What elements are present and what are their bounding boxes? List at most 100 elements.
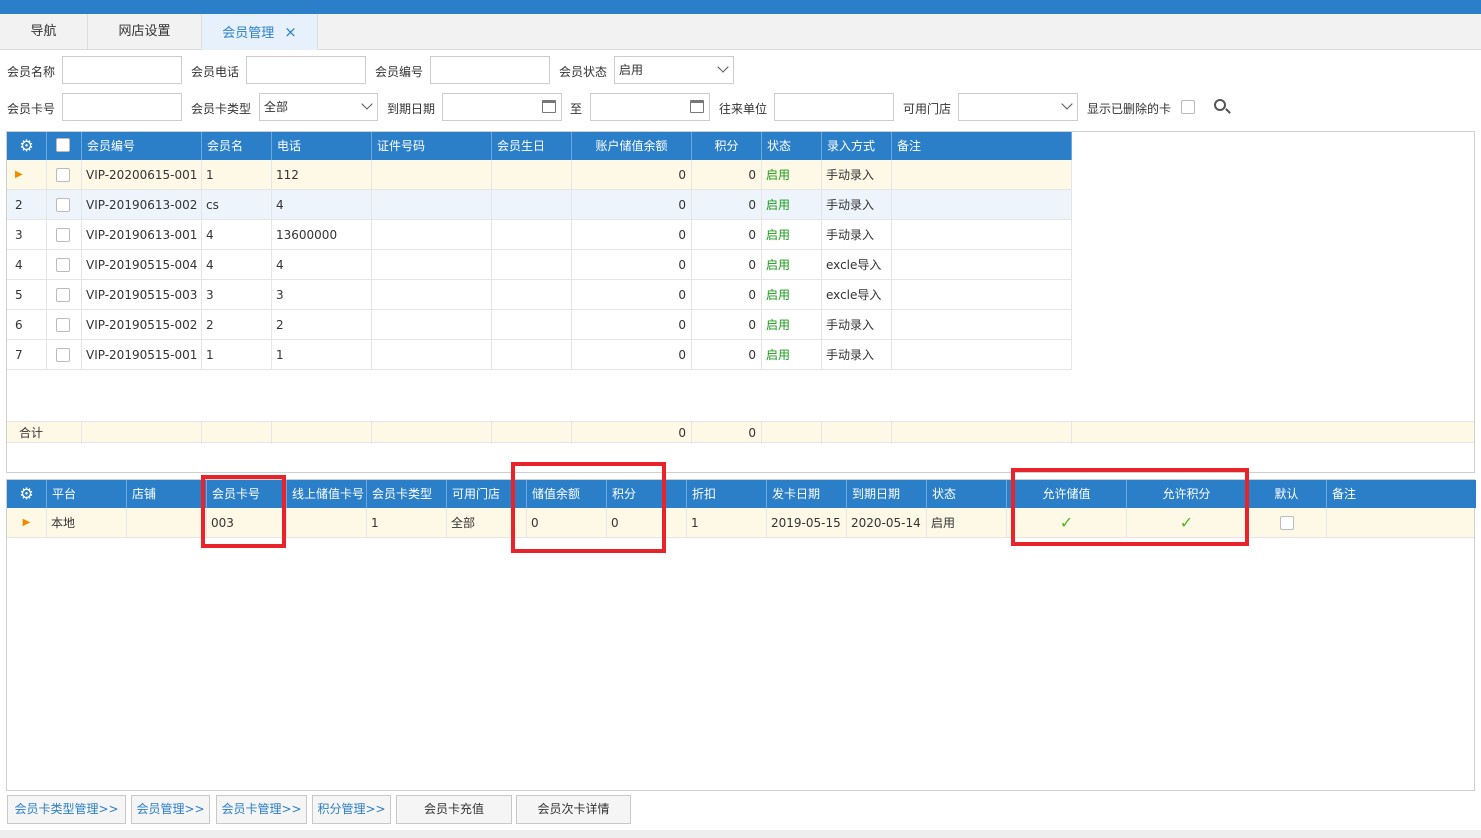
col-online-card-no[interactable]: 线上储值卡号 [287,480,367,508]
show-deleted-checkbox[interactable] [1181,100,1195,114]
col-card-remark[interactable]: 备注 [1327,480,1476,508]
row-checkbox[interactable] [56,318,70,332]
expire-date-to-input[interactable] [590,93,710,121]
tab-label: 会员管理 [222,26,275,41]
col-platform[interactable]: 平台 [47,480,127,508]
row-checkbox[interactable] [56,228,70,242]
table-row[interactable]: ▶ VIP-20200615-001 1 112 0 0 启用 手动录入 [7,160,1072,190]
member-management-button[interactable]: 会员管理>> [131,795,210,824]
member-name-input[interactable] [62,56,182,84]
total-cell [892,422,1072,444]
tab-member-management[interactable]: 会员管理 × [202,14,318,50]
chevron-down-icon [361,98,373,110]
total-row: 合计 0 0 [7,421,1474,444]
col-expire-date[interactable]: 到期日期 [847,480,927,508]
table-row[interactable]: 4 VIP-20190515-004 4 4 0 0 启用 excle导入 [7,250,1072,280]
total-cell [822,422,892,444]
row-index: 3 [7,220,47,250]
col-points[interactable]: 积分 [692,132,762,160]
col-member-code[interactable]: 会员编号 [82,132,202,160]
cell-entry: 手动录入 [822,310,892,340]
times-card-detail-button[interactable]: 会员次卡详情 [516,795,631,824]
highlight-balance-points [511,462,666,553]
card-online-number [287,508,367,538]
cell-points: 0 [692,250,762,280]
cell-name: 2 [202,310,272,340]
card-recharge-button[interactable]: 会员卡充值 [396,795,512,824]
partner-input[interactable] [774,93,894,121]
row-checkbox[interactable] [56,168,70,182]
cell-birthday [492,160,572,190]
cell-birthday [492,190,572,220]
col-entry-method[interactable]: 录入方式 [822,132,892,160]
row-index: 5 [7,280,47,310]
col-issue-date[interactable]: 发卡日期 [767,480,847,508]
row-checkbox[interactable] [56,288,70,302]
grid-settings-icon[interactable]: ⚙ [7,132,47,160]
member-status-select[interactable]: 启用 [614,56,734,84]
col-shop[interactable]: 店铺 [127,480,207,508]
calendar-icon[interactable] [542,100,556,113]
cell-balance: 0 [572,220,692,250]
card-no-input[interactable] [62,93,182,121]
col-balance[interactable]: 账户储值余额 [572,132,692,160]
cell-name: 1 [202,160,272,190]
table-row[interactable]: 2 VIP-20190613-002 cs 4 0 0 启用 手动录入 [7,190,1072,220]
expire-date-from-input[interactable] [442,93,562,121]
row-checkbox[interactable] [56,258,70,272]
table-row[interactable]: 5 VIP-20190515-003 3 3 0 0 启用 excle导入 [7,280,1072,310]
member-phone-label: 会员电话 [191,65,240,79]
card-management-button[interactable]: 会员卡管理>> [216,795,307,824]
row-checkbox[interactable] [56,198,70,212]
row-checkbox[interactable] [56,348,70,362]
cell-remark [892,310,1072,340]
cell-birthday [492,250,572,280]
highlight-allow-options [1011,468,1249,546]
col-id-number[interactable]: 证件号码 [372,132,492,160]
cell-balance: 0 [572,160,692,190]
col-status[interactable]: 状态 [762,132,822,160]
row-select-cell [47,310,82,340]
select-all-checkbox[interactable] [56,138,70,152]
expire-date-label: 到期日期 [387,102,436,116]
cell-points: 0 [692,310,762,340]
table-row[interactable]: 7 VIP-20190515-001 1 1 0 0 启用 手动录入 [7,340,1072,370]
search-icon[interactable] [1214,99,1226,111]
col-card-status[interactable]: 状态 [927,480,1007,508]
col-member-name[interactable]: 会员名 [202,132,272,160]
tab-label: 导航 [30,24,57,39]
card-type-select[interactable]: 全部 [259,93,378,121]
member-code-input[interactable] [430,56,550,84]
card-shop [127,508,207,538]
total-cell [492,422,572,444]
tab-navigation[interactable]: 导航 [0,14,88,50]
col-remark[interactable]: 备注 [892,132,1072,160]
col-birthday[interactable]: 会员生日 [492,132,572,160]
cell-points: 0 [692,190,762,220]
col-default[interactable]: 默认 [1247,480,1327,508]
member-grid: ⚙ 会员编号 会员名 电话 证件号码 会员生日 账户储值余额 积分 状态 录入方… [6,131,1475,473]
default-checkbox[interactable] [1280,516,1294,530]
store-label: 可用门店 [903,102,952,116]
cell-remark [892,190,1072,220]
total-points: 0 [692,422,762,444]
store-select[interactable] [958,93,1078,121]
table-row[interactable]: 3 VIP-20190613-001 4 13600000 0 0 启用 手动录入 [7,220,1072,250]
row-select-cell [47,160,82,190]
member-status-value: 启用 [619,63,644,77]
cell-remark [892,160,1072,190]
cell-points: 0 [692,160,762,190]
grid-settings-icon[interactable]: ⚙ [7,480,47,508]
member-phone-input[interactable] [246,56,366,84]
col-phone[interactable]: 电话 [272,132,372,160]
card-type-management-button[interactable]: 会员卡类型管理>> [7,795,126,824]
points-management-button[interactable]: 积分管理>> [312,795,391,824]
calendar-icon[interactable] [690,100,704,113]
table-row[interactable]: 6 VIP-20190515-002 2 2 0 0 启用 手动录入 [7,310,1072,340]
close-icon[interactable]: × [284,23,297,41]
total-cell [202,422,272,444]
col-discount[interactable]: 折扣 [687,480,767,508]
col-card-type[interactable]: 会员卡类型 [367,480,447,508]
tab-store-settings[interactable]: 网店设置 [88,14,202,50]
total-cell [372,422,492,444]
